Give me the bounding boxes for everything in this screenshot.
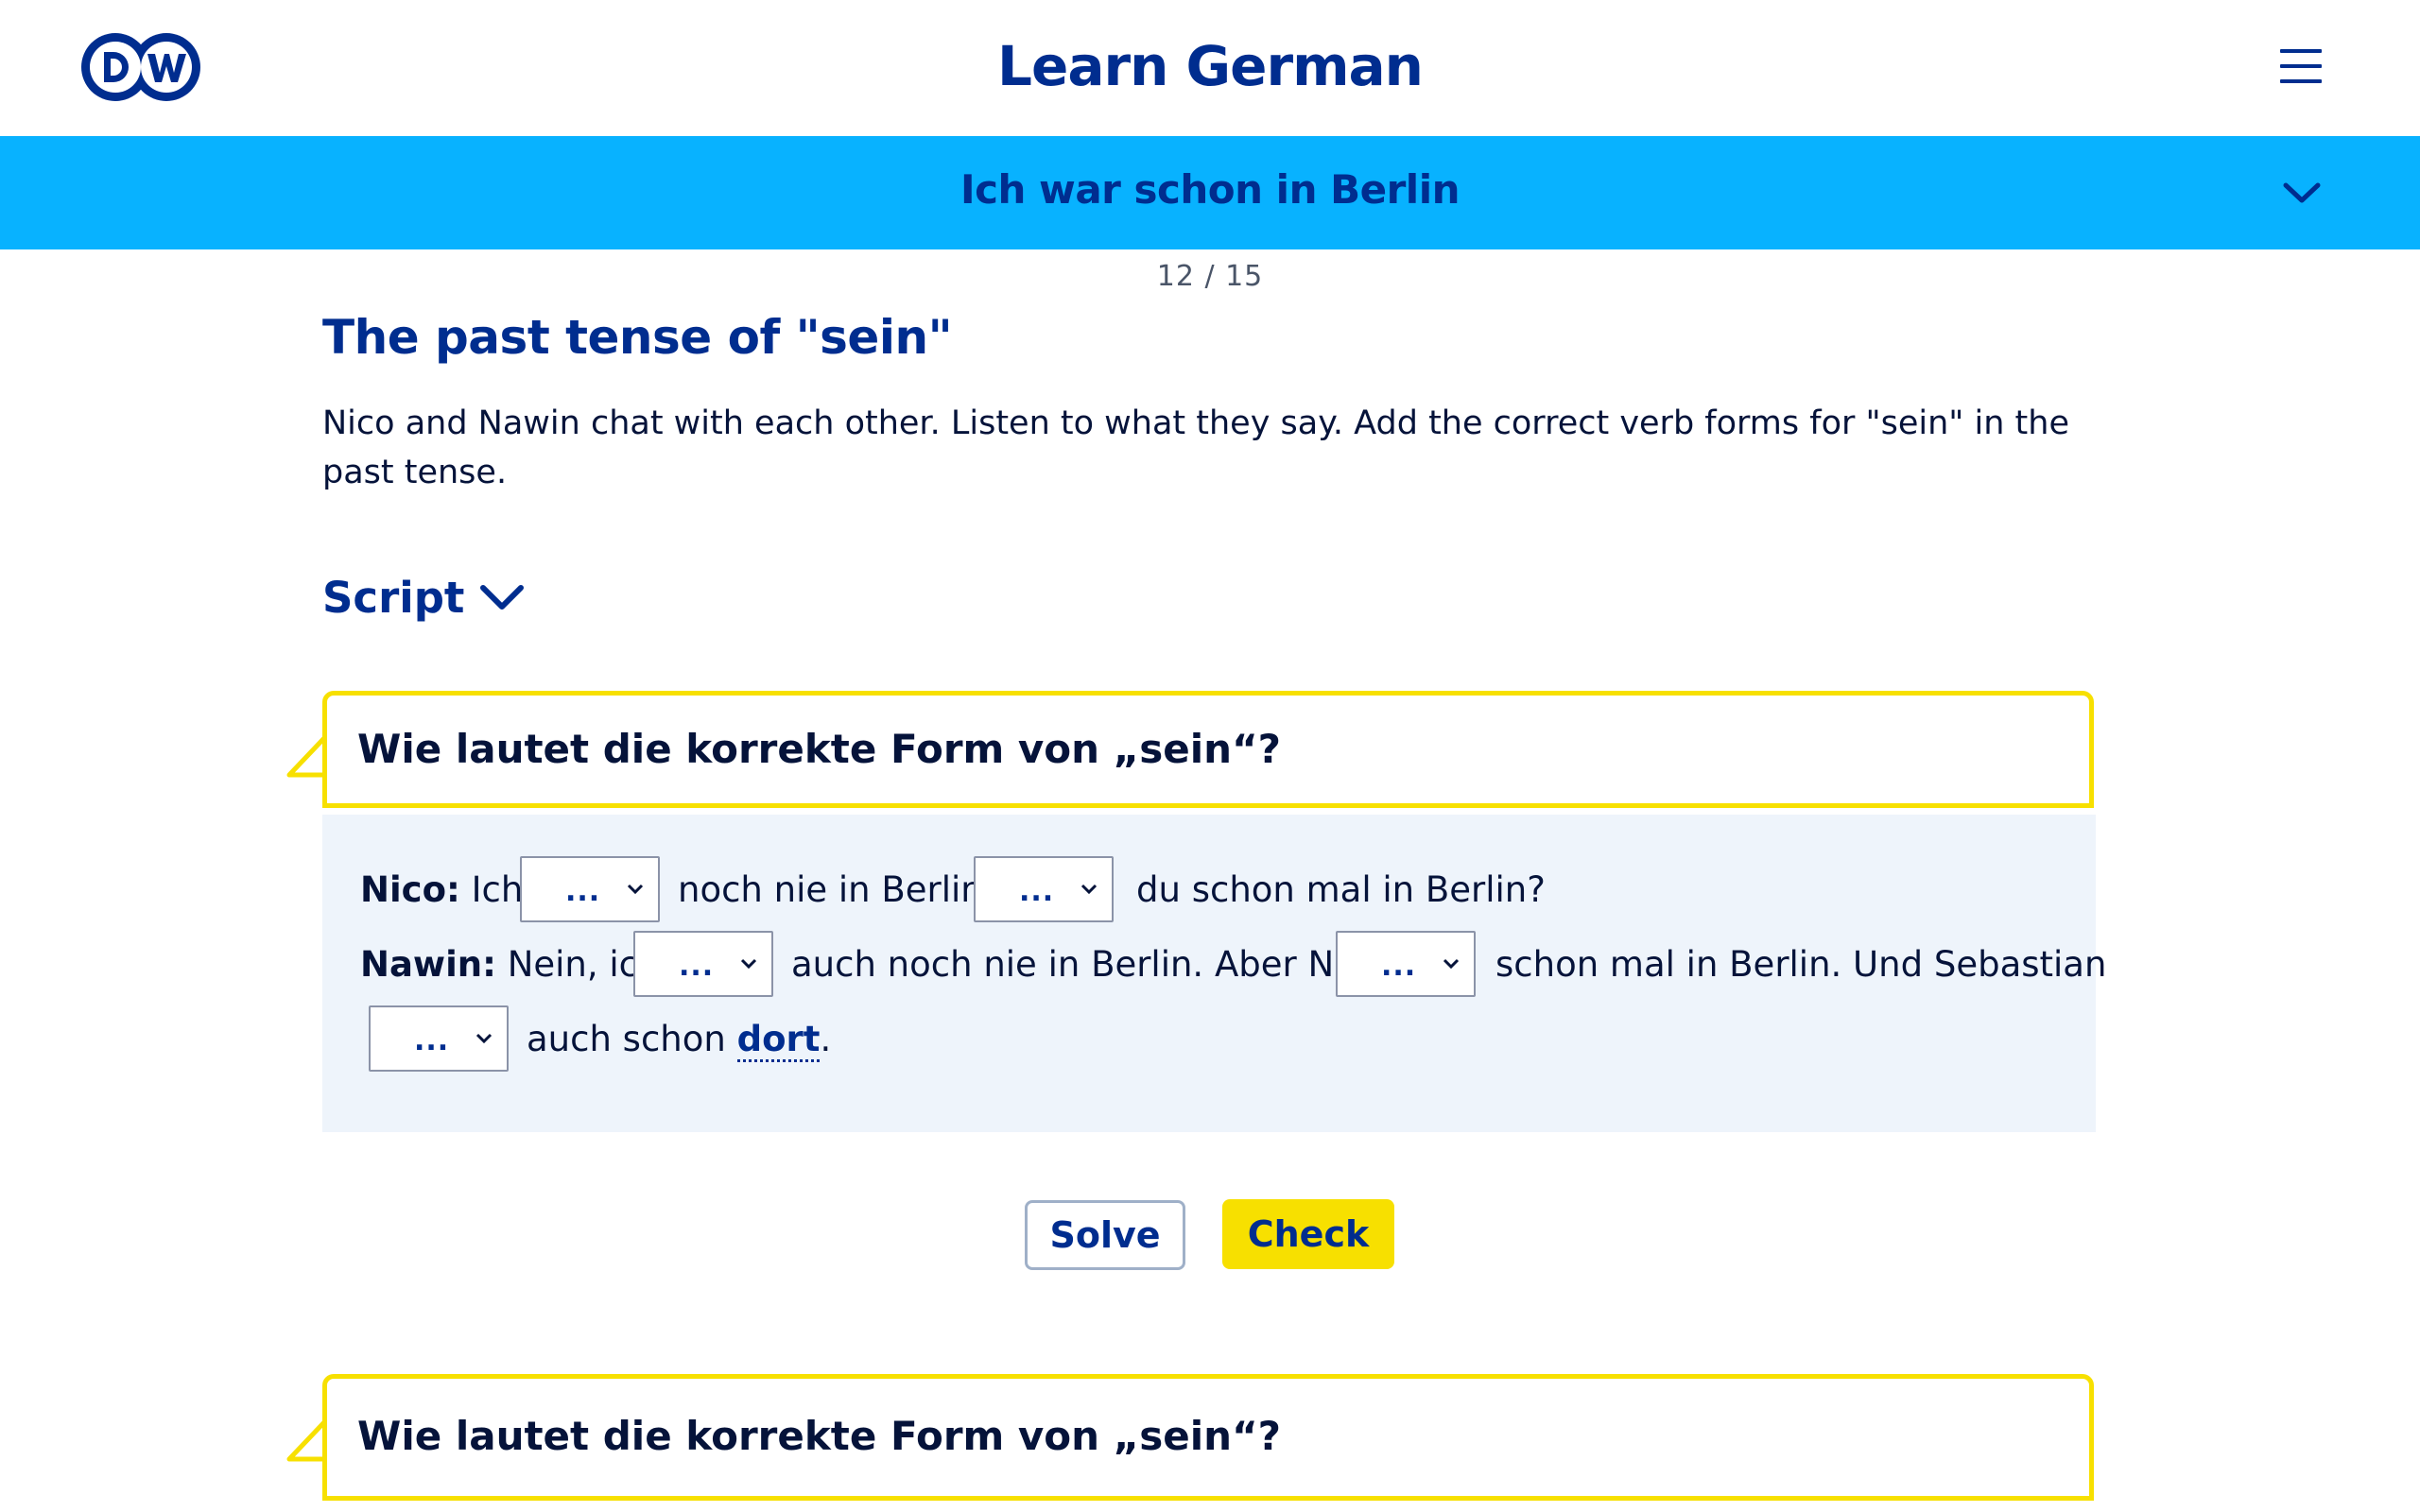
script-label: Script xyxy=(322,572,465,623)
question-header: Wie lautet die korrekte Form von „sein“? xyxy=(322,691,2094,808)
speaker-label: Nawin: xyxy=(360,944,496,985)
lesson-title: Ich war schon in Berlin xyxy=(959,166,1461,213)
answer-select[interactable]: ... xyxy=(1336,931,1476,997)
select-value: ... xyxy=(414,1024,450,1057)
select-value: ... xyxy=(565,875,601,908)
hamburger-menu-icon[interactable] xyxy=(2280,49,2322,85)
dialog-line: Nico: Ich xyxy=(360,869,523,910)
exercise-instructions: Nico and Nawin chat with each other. Lis… xyxy=(322,404,2069,491)
select-caret-icon xyxy=(740,958,757,970)
select-caret-icon xyxy=(1080,884,1098,895)
select-caret-icon xyxy=(475,1033,493,1044)
dialog-text: du schon mal in Berlin? xyxy=(1136,869,1546,910)
lesson-bar[interactable]: Ich war schon in Berlin xyxy=(0,136,2420,249)
question-body: Nico: Ich ... noch nie in Berlin. ... du… xyxy=(322,815,2106,1132)
select-value: ... xyxy=(679,950,715,983)
dialog-text: noch nie in Berlin. xyxy=(678,869,994,910)
script-toggle[interactable]: Script xyxy=(322,569,527,626)
question-header: Wie lautet die korrekte Form von „sein“? xyxy=(322,1374,2094,1501)
speaker-label: Nico: xyxy=(360,869,460,910)
select-value: ... xyxy=(1019,875,1055,908)
glossary-link[interactable]: dort xyxy=(736,1019,821,1062)
answer-select[interactable]: ... xyxy=(633,931,773,997)
dialog-text: schon mal in Berlin. Und Sebastian xyxy=(1495,944,2107,985)
answer-select[interactable]: ... xyxy=(974,856,1114,922)
select-caret-icon xyxy=(1443,958,1460,970)
dialog-text: auch noch nie in Berlin. Aber Nina xyxy=(791,944,1388,985)
dialog-line: Nawin: Nein, ich xyxy=(360,944,660,985)
question-prompt: Wie lautet die korrekte Form von „sein“? xyxy=(357,1413,1282,1459)
site-header: DW Learn German xyxy=(0,0,2420,136)
chevron-down-icon[interactable] xyxy=(2278,172,2325,214)
answer-select[interactable]: ... xyxy=(520,856,660,922)
dialog-line: auch schon dort. xyxy=(527,1019,832,1062)
select-caret-icon xyxy=(627,884,644,895)
dialog-text: Ich xyxy=(471,869,524,910)
exercise-title: The past tense of "sein" xyxy=(322,310,953,365)
dialog-text: auch schon xyxy=(527,1019,726,1059)
chevron-down-icon xyxy=(480,585,525,610)
check-button[interactable]: Check xyxy=(1222,1199,1394,1269)
question-prompt: Wie lautet die korrekte Form von „sein“? xyxy=(357,726,1282,772)
site-title[interactable]: Learn German xyxy=(0,34,2420,98)
punctuation: . xyxy=(820,1019,832,1059)
solve-button[interactable]: Solve xyxy=(1025,1200,1185,1270)
answer-select[interactable]: ... xyxy=(369,1005,509,1072)
progress-indicator: 12 / 15 xyxy=(1156,260,1264,293)
select-value: ... xyxy=(1381,950,1417,983)
